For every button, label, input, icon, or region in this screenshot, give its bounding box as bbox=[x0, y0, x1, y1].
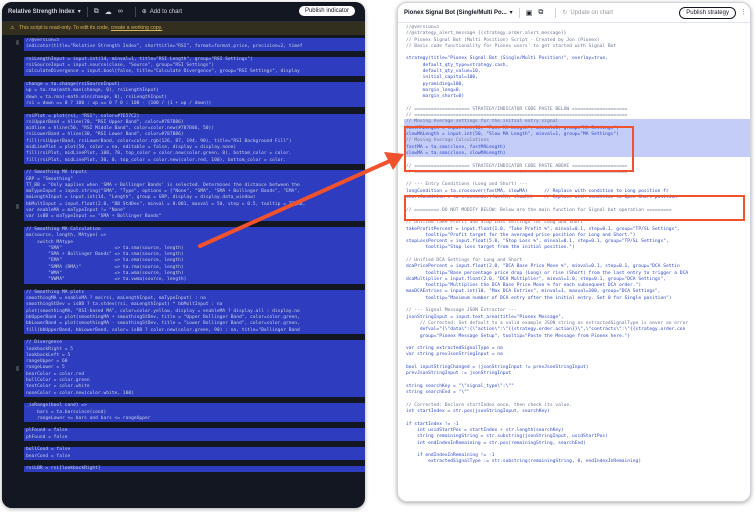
chevron-down-icon[interactable]: ▾ bbox=[78, 8, 81, 15]
add-to-chart-label: Add to chart bbox=[149, 8, 183, 15]
cloud-icon[interactable]: ☁ bbox=[105, 8, 112, 16]
toolbar-divider bbox=[86, 6, 88, 17]
pasted-code-highlight-box bbox=[404, 126, 634, 172]
warning-icon: ⚠ bbox=[10, 25, 15, 31]
warning-text: This script is read-only. To edit its co… bbox=[19, 25, 110, 31]
publish-strategy-button[interactable]: Publish strategy bbox=[679, 7, 736, 19]
publish-indicator-button[interactable]: Publish indicator bbox=[298, 6, 355, 16]
toolbar-divider bbox=[134, 6, 136, 17]
source-code-editor[interactable]: //@version=5 indicator(title="Relative St… bbox=[2, 38, 365, 508]
strategy-toolbar: Pionex Signal Bot (Single/Multi Po... ▾ … bbox=[398, 3, 750, 23]
more-vertical-icon[interactable]: ⋮ bbox=[740, 8, 747, 16]
source-toolbar: Relative Strength Index ▾ ⧉ ☁ ∞ ⊕ Add to… bbox=[2, 2, 365, 22]
strategy-editor-panel: Pionex Signal Bot (Single/Multi Po... ▾ … bbox=[397, 2, 751, 502]
script-title[interactable]: Pionex Signal Bot (Single/Multi Po... bbox=[404, 10, 507, 16]
link-icon[interactable]: ∞ bbox=[118, 8, 123, 15]
code-line[interactable] bbox=[26, 472, 365, 478]
read-only-warning: ⚠ This script is read-only. To edit its … bbox=[2, 22, 365, 35]
refresh-icon: ↻ bbox=[562, 10, 568, 16]
update-on-chart-button[interactable]: ↻ Update on chart bbox=[562, 9, 614, 17]
entry-conditions-highlight-box bbox=[404, 195, 745, 221]
update-on-chart-label: Update on chart bbox=[570, 9, 614, 16]
code-line[interactable]: extractedSignalType := str.substring(rem… bbox=[406, 459, 750, 465]
toolbar-divider bbox=[555, 7, 557, 18]
toolbar-divider bbox=[518, 7, 520, 18]
add-to-chart-button[interactable]: ⊕ Add to chart bbox=[141, 8, 183, 16]
script-title[interactable]: Relative Strength Index bbox=[8, 9, 75, 15]
copy-icon[interactable]: ⧉ bbox=[538, 9, 543, 17]
create-working-copy-link[interactable]: create a working copy. bbox=[111, 25, 163, 31]
plus-circle-icon: ⊕ bbox=[141, 9, 147, 15]
copy-icon[interactable]: ⧉ bbox=[94, 8, 99, 16]
chevron-down-icon[interactable]: ▾ bbox=[510, 9, 513, 16]
source-editor-panel: Relative Strength Index ▾ ⧉ ☁ ∞ ⊕ Add to… bbox=[2, 2, 365, 508]
save-icon[interactable]: ▣ bbox=[526, 9, 533, 17]
strategy-code-editor[interactable]: //@version=5//@strategy_alert_message {{… bbox=[398, 25, 750, 501]
